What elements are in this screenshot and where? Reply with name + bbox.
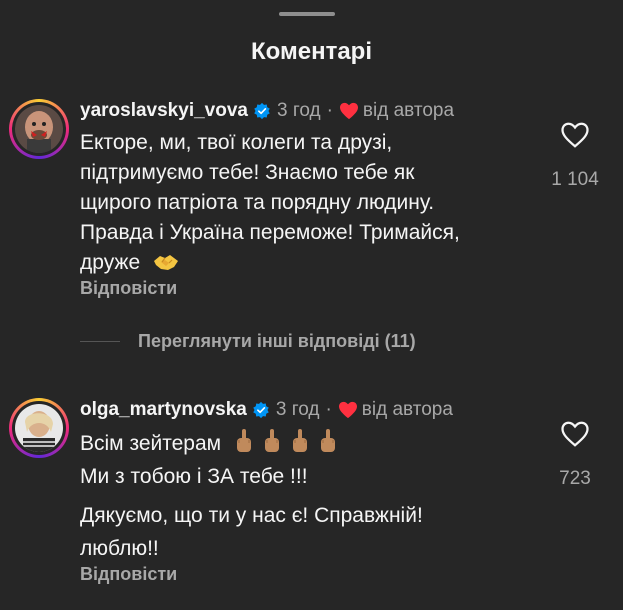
view-more-replies-label[interactable]: Переглянути інші відповіді (11) <box>138 331 416 352</box>
like-heart-icon[interactable] <box>560 420 590 448</box>
comment-line: Всім зейтерам <box>80 432 222 455</box>
drag-handle[interactable] <box>279 12 335 16</box>
comment-line: Правда і Україна переможе! Тримайся, <box>80 221 460 244</box>
comment-time: 3 год <box>275 399 320 420</box>
username[interactable]: yaroslavskyi_vova <box>80 100 248 122</box>
author-like-label: від автора <box>362 100 455 121</box>
comment-line: підтримуємо тебе! Знаємо тебе як <box>80 161 415 184</box>
comment-line-first: Всім зейтерам <box>80 427 550 460</box>
like-count: 1 104 <box>551 169 599 190</box>
avatar[interactable] <box>9 398 69 458</box>
separator-dot: · <box>325 399 332 420</box>
comment-text: Екторе, ми, твої колеги та друзі, підтри… <box>80 128 550 278</box>
separator-dot: · <box>326 100 333 121</box>
view-more-replies[interactable]: Переглянути інші відповіді (11) <box>80 328 416 354</box>
author-like-label: від автора <box>361 399 453 420</box>
verified-badge-icon <box>254 102 270 120</box>
username[interactable]: olga_martynovska <box>80 399 247 421</box>
handshake-icon <box>154 255 179 270</box>
comment-line: люблю!! <box>80 537 159 560</box>
comment-line: Дякуємо, що ти у нас є! Справжній! <box>80 504 423 527</box>
like-heart-icon[interactable] <box>560 121 590 149</box>
like-column: 723 <box>545 420 605 490</box>
comment-line: щирого патріота та порядну людину. <box>80 191 435 214</box>
author-heart-icon <box>338 401 357 419</box>
avatar-photo <box>15 404 63 452</box>
reply-button[interactable]: Відповісти <box>80 278 177 299</box>
like-column: 1 104 <box>545 121 605 191</box>
comment-line: Екторе, ми, твої колеги та друзі, <box>80 131 393 154</box>
comment-text: Всім зейтерам Ми з тобою і ЗА тебе !!! Д… <box>80 427 550 565</box>
comment-line: Ми з тобою і ЗА тебе !!! <box>80 465 308 488</box>
like-count: 723 <box>559 468 591 489</box>
avatar[interactable] <box>9 99 69 159</box>
comment-time: 3 год <box>276 100 321 121</box>
verified-badge-icon <box>253 401 269 419</box>
comment-meta: olga_martynovska 3 год · від автора <box>80 396 453 424</box>
comment-meta: yaroslavskyi_vova 3 год · від автора <box>80 97 454 125</box>
sheet-title: Коментарі <box>250 38 373 65</box>
comment-line-last: друже <box>80 248 550 278</box>
comment-line: друже <box>80 251 141 274</box>
middle-finger-icon <box>227 429 339 455</box>
avatar-photo <box>15 105 63 153</box>
reply-button[interactable]: Відповісти <box>80 564 177 585</box>
divider-line <box>80 340 120 342</box>
author-heart-icon <box>339 102 358 120</box>
